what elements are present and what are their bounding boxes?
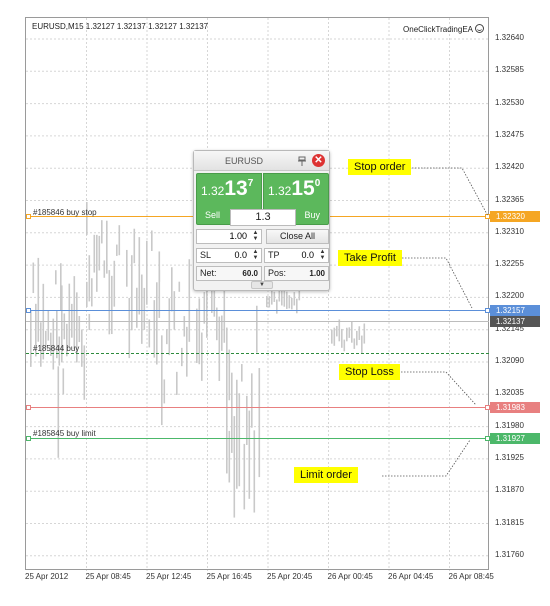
expand-panel-handle[interactable]: ▼ — [251, 281, 273, 289]
lot-stepper[interactable]: ▲ ▼ — [252, 230, 259, 243]
limit-order-callout: Limit order — [294, 467, 358, 483]
tp-label: TP — [268, 250, 280, 260]
callout-connectors — [382, 167, 489, 477]
lot-field[interactable]: 1.00 ▲ ▼ — [196, 229, 262, 244]
tp-value: 0.0 — [301, 250, 314, 260]
lot-row: 1.00 ▲ ▼ Close All — [196, 229, 329, 245]
net-label: Net: — [200, 268, 217, 278]
buy-label: Buy — [304, 210, 320, 220]
take-profit-connector — [402, 257, 473, 309]
sl-value: 0.0 — [234, 250, 247, 260]
buy-price-prefix: 1.32 — [268, 184, 292, 198]
pos-box: Pos: 1.00 — [264, 266, 329, 281]
stop-order-callout: Stop order — [348, 159, 412, 175]
buy-price-big: 15 — [291, 177, 315, 200]
sell-price-prefix: 1.32 — [201, 184, 225, 198]
tp-field[interactable]: TP 0.0 ▲ ▼ — [264, 248, 329, 263]
net-pos-row: Net: 60.0 Pos: 1.00 — [196, 266, 329, 282]
pos-label: Pos: — [268, 268, 287, 278]
sell-label: Sell — [205, 210, 221, 220]
buy-price-sup: 0 — [314, 178, 321, 189]
net-value: 60.0 — [242, 269, 258, 278]
take-profit-callout: Take Profit — [338, 250, 402, 266]
sell-price-sup: 7 — [247, 178, 254, 189]
spread-value: 1.3 — [230, 209, 296, 226]
tp-stepper[interactable]: ▲ ▼ — [319, 249, 326, 262]
panel-header[interactable]: EURUSD ✕ — [194, 151, 329, 171]
close-icon[interactable]: ✕ — [312, 154, 325, 167]
sl-field[interactable]: SL 0.0 ▲ ▼ — [196, 248, 262, 263]
stop-loss-connector — [398, 371, 477, 406]
stop-order-connector — [412, 167, 489, 217]
sl-stepper[interactable]: ▲ ▼ — [252, 249, 259, 262]
lot-value: 1.00 — [229, 231, 247, 241]
one-click-trading-panel[interactable]: EURUSD ✕ 1.32137 Sell 1.32150 Buy 1.3 1.… — [193, 150, 330, 291]
sl-tp-row: SL 0.0 ▲ ▼ TP 0.0 ▲ ▼ — [196, 248, 329, 264]
net-box: Net: 60.0 — [196, 266, 262, 281]
limit-order-connector — [382, 439, 471, 477]
close-all-button[interactable]: Close All — [266, 229, 329, 244]
stop-loss-callout: Stop Loss — [339, 364, 400, 380]
pos-value: 1.00 — [309, 269, 325, 278]
sl-label: SL — [200, 250, 212, 260]
pin-icon[interactable] — [297, 156, 307, 166]
panel-symbol: EURUSD — [224, 156, 263, 166]
sell-price-big: 13 — [224, 177, 248, 200]
